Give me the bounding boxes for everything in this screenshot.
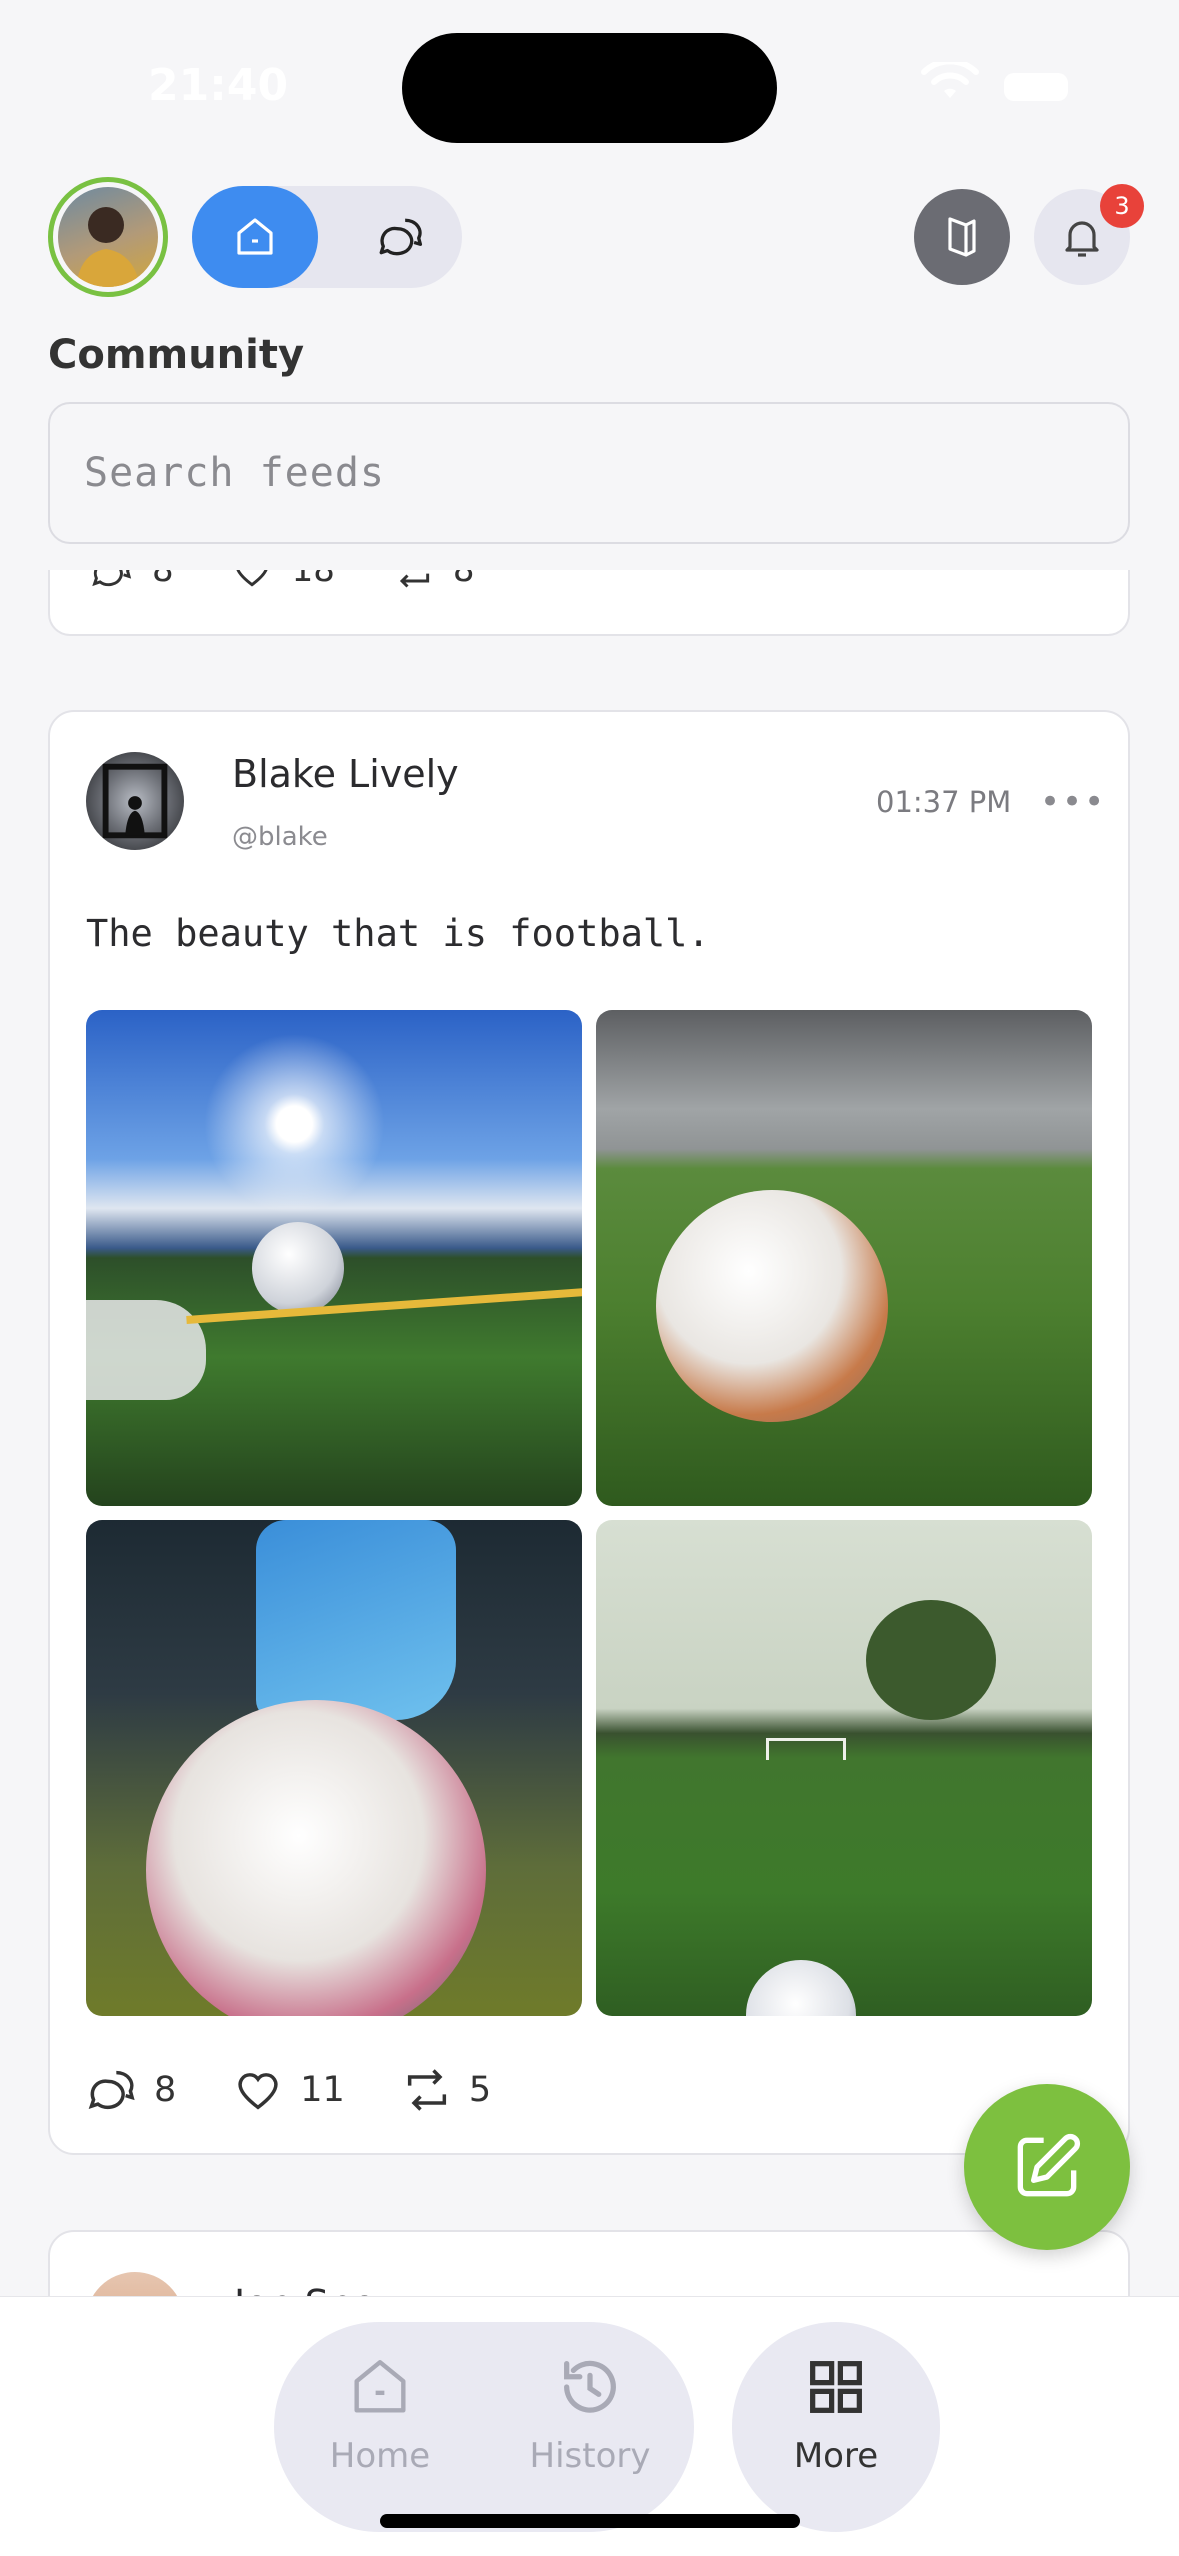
bell-icon <box>1065 221 1099 257</box>
repost-button[interactable]: 8 <box>391 570 475 592</box>
home-indicator <box>380 2514 800 2528</box>
post-image[interactable] <box>596 1010 1092 1506</box>
tab-more[interactable]: More <box>750 2352 922 2476</box>
library-button[interactable] <box>914 189 1010 285</box>
grid-icon <box>810 2361 862 2413</box>
comment-icon <box>92 570 132 587</box>
status-time: 21:40 <box>148 60 289 111</box>
comment-count: 8 <box>154 2070 177 2110</box>
heart-icon <box>236 570 268 587</box>
repost-icon <box>399 573 430 588</box>
dynamic-island <box>402 33 777 143</box>
battery-icon <box>1004 73 1068 101</box>
chat-feed-toggle-button[interactable] <box>340 186 462 288</box>
post-author-name[interactable]: Blake Lively <box>232 752 459 796</box>
profile-avatar[interactable] <box>48 177 168 297</box>
repost-count: 8 <box>452 570 475 590</box>
tab-history[interactable]: History <box>500 2352 680 2476</box>
more-options-button[interactable]: ••• <box>1040 782 1106 822</box>
tab-more-label: More <box>793 2436 879 2476</box>
notification-badge: 3 <box>1100 184 1144 228</box>
post-actions: 8 11 5 <box>86 2064 491 2116</box>
comment-button[interactable]: 8 <box>90 570 174 592</box>
comment-count: 8 <box>152 570 174 590</box>
post-image[interactable] <box>86 1010 582 1506</box>
comment-button[interactable]: 8 <box>86 2064 176 2116</box>
section-title: Community <box>48 332 305 378</box>
post-image[interactable] <box>86 1520 582 2016</box>
post-image[interactable] <box>596 1520 1092 2016</box>
like-count: 11 <box>300 2070 345 2110</box>
like-count: 18 <box>291 570 335 590</box>
tab-history-label: History <box>529 2436 651 2476</box>
repost-icon <box>407 2069 446 2111</box>
home-feed-toggle-button[interactable] <box>192 186 318 288</box>
previous-post-card: 8 18 8 <box>48 570 1130 636</box>
search-input[interactable]: Search feeds <box>48 402 1130 544</box>
tab-home[interactable]: Home <box>300 2352 460 2476</box>
like-button[interactable]: 11 <box>232 2064 345 2116</box>
wifi-icon <box>921 62 979 98</box>
history-icon <box>564 2360 616 2413</box>
like-button[interactable]: 18 <box>230 570 335 592</box>
edit-icon <box>1017 2133 1081 2197</box>
post-author-avatar[interactable] <box>86 752 184 850</box>
chat-bubbles-icon <box>379 218 423 256</box>
home-icon <box>237 218 273 255</box>
post-timestamp: 01:37 PM <box>876 785 1012 819</box>
repost-count: 5 <box>468 2070 492 2110</box>
search-placeholder: Search feeds <box>84 450 385 496</box>
post-author-handle[interactable]: @blake <box>232 822 328 852</box>
compose-post-button[interactable] <box>964 2084 1130 2250</box>
book-icon <box>948 217 976 257</box>
home-icon <box>354 2360 406 2413</box>
post-text: The beauty that is football. <box>86 912 710 955</box>
comment-icon <box>88 2070 135 2110</box>
heart-icon <box>238 2073 278 2110</box>
tab-home-label: Home <box>329 2436 431 2476</box>
repost-button[interactable]: 5 <box>401 2064 491 2116</box>
